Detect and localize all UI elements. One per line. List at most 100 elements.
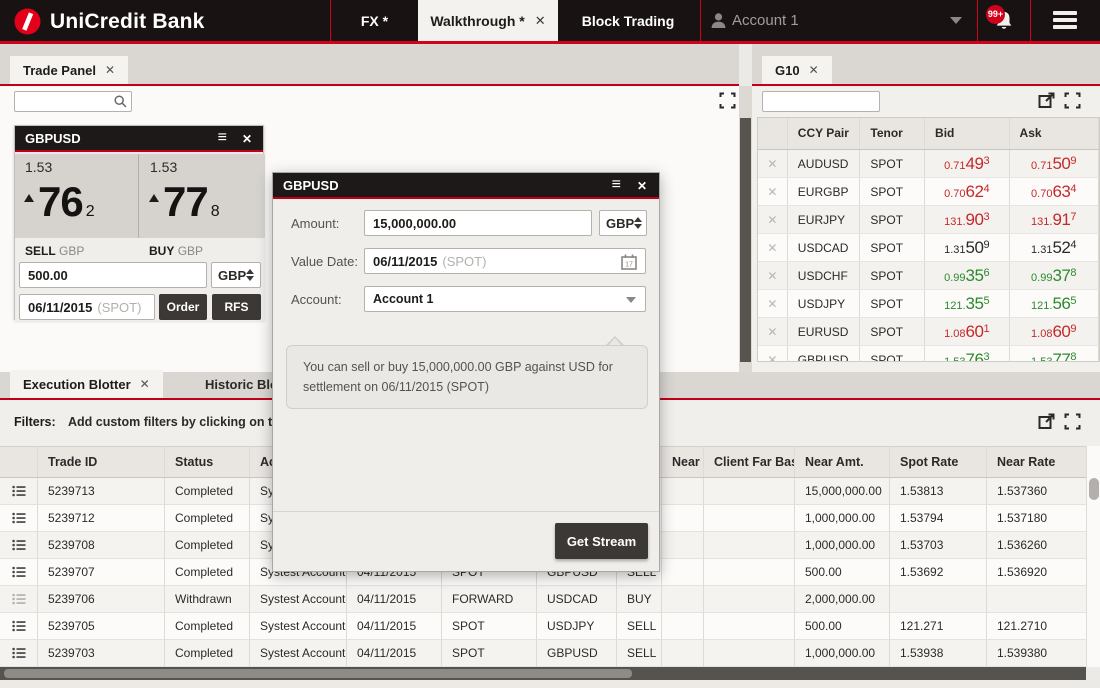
rate-row[interactable]: ✕EURUSDSPOT1.086011.08609 <box>758 318 1099 346</box>
rate-row[interactable]: ✕USDCADSPOT1.315091.31524 <box>758 234 1099 262</box>
bid-price[interactable]: 1.53763 <box>925 346 1009 362</box>
column-header[interactable]: Near Rate <box>987 447 1085 477</box>
close-icon[interactable]: ✕ <box>535 13 546 29</box>
vertical-scrollbar[interactable] <box>739 86 752 372</box>
rate-row[interactable]: ✕AUDUSDSPOT0.714930.71509 <box>758 150 1099 178</box>
row-menu-icon[interactable] <box>0 613 38 639</box>
bid-price[interactable]: 131.903 <box>925 206 1009 233</box>
account-select[interactable]: Account 1 <box>364 286 646 312</box>
column-header[interactable]: Client Far Base <box>704 447 795 477</box>
rate-row[interactable]: ✕EURJPYSPOT131.903131.917 <box>758 206 1099 234</box>
close-icon[interactable]: ✕ <box>809 63 819 77</box>
ask-price[interactable]: 0.71509 <box>1010 150 1099 177</box>
tab-execution-blotter[interactable]: Execution Blotter ✕ <box>10 370 163 398</box>
bid-price[interactable]: 0.71493 <box>925 150 1009 177</box>
close-icon[interactable]: ✕ <box>140 377 150 391</box>
tab-fx[interactable]: FX * <box>331 0 418 41</box>
row-menu-icon[interactable] <box>0 586 38 612</box>
column-header[interactable] <box>758 118 788 149</box>
trade-row[interactable]: 5239703CompletedSystest Account04/11/201… <box>0 640 1086 667</box>
dialog-header[interactable]: GBPUSD ≡ ✕ <box>273 173 659 199</box>
tab-g10[interactable]: G10 ✕ <box>762 56 832 84</box>
trade-row[interactable]: 5239705CompletedSystest Account04/11/201… <box>0 613 1086 640</box>
column-header[interactable]: Trade ID <box>38 447 165 477</box>
column-header[interactable]: Tenor <box>860 118 925 149</box>
sell-price-tile[interactable]: 1.53 76 2 <box>15 154 139 238</box>
blotter-vertical-scrollbar[interactable] <box>1086 446 1100 667</box>
remove-pair-icon[interactable]: ✕ <box>758 346 788 362</box>
column-header[interactable]: Near Base <box>662 447 704 477</box>
column-header[interactable]: CCY Pair <box>788 118 861 149</box>
rfs-button[interactable]: RFS <box>212 294 261 320</box>
close-icon[interactable]: ✕ <box>105 63 115 77</box>
row-menu-icon[interactable] <box>0 559 38 585</box>
account-selector[interactable]: Account 1 <box>700 0 977 41</box>
ask-price[interactable]: 121.565 <box>1010 290 1099 317</box>
bid-price[interactable]: 1.08601 <box>925 318 1009 345</box>
tab-walkthrough[interactable]: Walkthrough * ✕ <box>418 0 558 41</box>
dialog-menu-icon[interactable]: ≡ <box>612 176 621 194</box>
ask-price[interactable]: 1.53778 <box>1010 346 1099 362</box>
close-icon[interactable]: ✕ <box>637 179 647 193</box>
column-header[interactable]: Status <box>165 447 250 477</box>
popout-icon[interactable] <box>1038 92 1055 109</box>
tab-trade-panel[interactable]: Trade Panel ✕ <box>10 56 128 84</box>
buy-price-tile[interactable]: 1.53 77 8 <box>140 154 265 238</box>
scrollbar-thumb[interactable] <box>1089 478 1099 500</box>
column-header[interactable]: Bid <box>925 118 1010 149</box>
remove-pair-icon[interactable]: ✕ <box>758 150 788 177</box>
bid-price[interactable]: 0.99356 <box>925 262 1009 289</box>
value-date-input[interactable]: 06/11/2015 (SPOT) <box>19 294 155 320</box>
remove-pair-icon[interactable]: ✕ <box>758 178 788 205</box>
notifications-button[interactable]: 99+ <box>977 0 1030 41</box>
ask-price[interactable]: 131.917 <box>1010 206 1099 233</box>
amount-input[interactable] <box>19 262 207 288</box>
rate-row[interactable]: ✕GBPUSDSPOT1.537631.53778 <box>758 346 1099 362</box>
column-header[interactable]: Ask <box>1010 118 1099 149</box>
amount-input[interactable] <box>364 210 592 236</box>
row-menu-icon[interactable] <box>0 505 38 531</box>
column-header[interactable]: Spot Rate <box>890 447 987 477</box>
order-button[interactable]: Order <box>159 294 207 320</box>
main-menu-button[interactable] <box>1030 0 1100 41</box>
rate-row[interactable]: ✕USDJPYSPOT121.355121.565 <box>758 290 1099 318</box>
maximize-icon[interactable] <box>1064 413 1081 430</box>
trade-row[interactable]: 5239706WithdrawnSystest Account04/11/201… <box>0 586 1086 613</box>
get-stream-button[interactable]: Get Stream <box>555 523 648 559</box>
maximize-icon[interactable] <box>1064 92 1081 109</box>
remove-pair-icon[interactable]: ✕ <box>758 290 788 317</box>
rate-row[interactable]: ✕EURGBPSPOT0.706240.70634 <box>758 178 1099 206</box>
maximize-icon[interactable] <box>719 92 736 109</box>
bid-price[interactable]: 121.355 <box>925 290 1009 317</box>
remove-pair-icon[interactable]: ✕ <box>758 262 788 289</box>
row-menu-icon[interactable] <box>0 478 38 504</box>
remove-pair-icon[interactable]: ✕ <box>758 318 788 345</box>
row-menu-icon[interactable] <box>0 640 38 666</box>
currency-select[interactable]: GBP <box>599 210 647 236</box>
widget-header[interactable]: GBPUSD ≡ ✕ <box>15 126 263 152</box>
remove-pair-icon[interactable]: ✕ <box>758 206 788 233</box>
remove-pair-icon[interactable]: ✕ <box>758 234 788 261</box>
scrollbar-thumb[interactable] <box>740 118 751 362</box>
row-menu-icon[interactable] <box>0 532 38 558</box>
value-date-input[interactable]: 06/11/2015 (SPOT) 17 <box>364 248 646 274</box>
horizontal-scrollbar[interactable] <box>0 667 1086 680</box>
column-header[interactable] <box>0 447 38 477</box>
bid-price[interactable]: 1.31509 <box>925 234 1009 261</box>
scrollbar-thumb[interactable] <box>4 669 632 678</box>
ask-price[interactable]: 0.99378 <box>1010 262 1099 289</box>
ask-price[interactable]: 1.31524 <box>1010 234 1099 261</box>
search-input[interactable] <box>14 91 132 112</box>
g10-search-input[interactable] <box>762 91 880 112</box>
popout-icon[interactable] <box>1038 413 1055 430</box>
calendar-icon[interactable]: 17 <box>620 253 638 271</box>
currency-select[interactable]: GBP <box>211 262 261 288</box>
tab-block-trading[interactable]: Block Trading <box>558 0 698 41</box>
close-icon[interactable]: ✕ <box>242 132 252 146</box>
column-header[interactable]: Near Amt. <box>795 447 890 477</box>
bid-price[interactable]: 0.70624 <box>925 178 1009 205</box>
widget-menu-icon[interactable]: ≡ <box>218 129 227 147</box>
rate-row[interactable]: ✕USDCHFSPOT0.993560.99378 <box>758 262 1099 290</box>
ask-price[interactable]: 0.70634 <box>1010 178 1099 205</box>
ask-price[interactable]: 1.08609 <box>1010 318 1099 345</box>
